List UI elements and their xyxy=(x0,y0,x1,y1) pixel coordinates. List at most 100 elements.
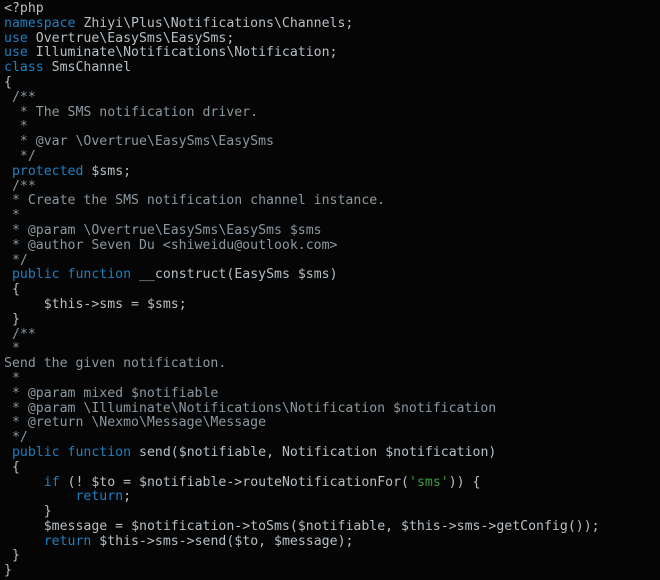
code-line: * xyxy=(4,208,660,224)
code-line: return $this->sms->send($to, $message); xyxy=(4,533,660,550)
code-token-comment: * @author Seven Du <shiweidu@outlook.com… xyxy=(4,237,338,253)
code-token-plain: (! xyxy=(59,474,92,490)
code-token-plain: )) { xyxy=(448,474,481,490)
code-token-string: 'sms' xyxy=(409,474,449,490)
code-token-keyword: class xyxy=(4,60,44,76)
code-line: * @return \Nexmo\Message\Message xyxy=(4,415,660,431)
code-token-variable: $notifiable xyxy=(139,474,227,490)
code-line: /** xyxy=(4,326,660,343)
code-token-keyword: return xyxy=(43,533,92,549)
code-token-plain: { xyxy=(4,282,20,298)
code-token-comment: */ xyxy=(4,148,36,164)
code-line: public function __construct(EasySms $sms… xyxy=(4,267,660,283)
code-line: public function send($notifiable, Notifi… xyxy=(4,444,660,461)
code-token-plain: } xyxy=(4,548,20,564)
code-line: * @param \Illuminate\Notifications\Notif… xyxy=(4,400,660,417)
code-token-plain: Overtrue\EasySms\EasySms; xyxy=(27,30,235,46)
code-token-keyword: protected xyxy=(11,163,84,179)
code-token-function: toSms xyxy=(250,518,290,534)
code-token-plain: -> xyxy=(480,518,497,534)
code-token-plain: ; xyxy=(123,489,132,505)
code-token-comment: * xyxy=(4,119,28,135)
code-token-plain: ()); xyxy=(567,518,600,534)
code-token-comment: * xyxy=(4,208,20,224)
code-line: namespace Zhiyi\Plus\Notifications\Chann… xyxy=(4,15,660,32)
code-token-variable: $notification xyxy=(131,518,235,534)
code-token-keyword: public xyxy=(11,267,60,283)
code-token-plain: ( xyxy=(170,444,179,460)
code-token-comment: */ xyxy=(4,430,28,446)
code-token-plain: , xyxy=(258,533,275,549)
code-editor-viewport[interactable]: <?php namespace Zhiyi\Plus\Notifications\… xyxy=(0,0,660,580)
code-line: Send the given notification. xyxy=(4,356,660,372)
code-token-keyword: use xyxy=(4,30,28,46)
code-token-function: __construct xyxy=(139,267,227,283)
code-line: * Create the SMS notification channel in… xyxy=(4,193,660,209)
code-line: if (! $to = $notifiable->routeNotificati… xyxy=(4,474,660,491)
code-token-plain: -> xyxy=(234,518,251,534)
code-token-property: sms xyxy=(154,533,179,549)
code-token-plain: = xyxy=(123,296,147,312)
code-token-comment: /** xyxy=(4,89,36,105)
code-token-variable: $message xyxy=(43,518,108,534)
code-token-function: getConfig xyxy=(496,518,568,534)
code-token-plain: (EasySms xyxy=(226,267,298,283)
code-token-plain: { xyxy=(4,459,20,475)
code-token-plain: = xyxy=(107,518,132,534)
code-token-plain: } xyxy=(4,563,12,579)
code-token-comment: /** xyxy=(4,178,36,194)
code-token-plain: $this-> xyxy=(91,533,155,549)
code-token-keyword: return xyxy=(75,489,124,505)
code-token-property: sms xyxy=(456,518,481,534)
code-token-variable: $notifiable xyxy=(178,444,267,460)
code-token-variable: $to xyxy=(234,533,259,549)
code-line: */ xyxy=(4,253,660,269)
code-line: } xyxy=(4,312,660,328)
code-token-comment: * @param \Illuminate\Notifications\Notif… xyxy=(4,400,497,416)
code-line: * xyxy=(4,370,660,387)
code-token-variable: $sms xyxy=(297,267,330,283)
code-token-comment: /** xyxy=(4,326,36,342)
code-line: } xyxy=(4,504,660,520)
code-token-plain: -> xyxy=(178,533,195,549)
code-token-plain: ; xyxy=(178,296,187,312)
code-line: * xyxy=(4,341,660,357)
code-token-keyword: public xyxy=(11,444,60,460)
code-token-comment: * @var \Overtrue\EasySms\EasySms xyxy=(4,134,274,150)
code-token-comment: * xyxy=(4,370,20,386)
code-line: /** xyxy=(4,178,660,195)
code-line: { xyxy=(4,282,660,298)
code-line: use Illuminate\Notifications\Notificatio… xyxy=(4,45,660,61)
code-token-variable: $sms xyxy=(91,163,124,179)
code-content[interactable]: <?php namespace Zhiyi\Plus\Notifications\… xyxy=(4,1,660,579)
code-token-keyword: function xyxy=(67,267,132,283)
code-token-plain: <?php xyxy=(4,1,44,16)
code-token-comment: * The SMS notification driver. xyxy=(4,104,259,120)
code-line: return; xyxy=(4,489,660,505)
code-token-plain: ) xyxy=(329,267,338,283)
code-line: <?php xyxy=(4,1,660,17)
code-line: { xyxy=(4,75,660,91)
code-line: protected $sms; xyxy=(4,163,660,180)
code-line: */ xyxy=(4,148,660,165)
code-token-function: send xyxy=(139,444,171,460)
code-token-plain: ; xyxy=(123,163,132,179)
code-token-plain: , $this-> xyxy=(385,518,457,534)
code-token-keyword: function xyxy=(67,444,132,460)
code-line: * @param \Overtrue\EasySms\EasySms $sms xyxy=(4,223,660,239)
code-token-comment: * @param mixed $notifiable xyxy=(4,385,219,401)
code-token-plain: } xyxy=(4,504,52,520)
code-token-comment: Send the given notification. xyxy=(4,356,227,372)
code-token-function: send xyxy=(194,533,227,549)
code-token-keyword: namespace xyxy=(4,15,76,31)
code-line: * @var \Overtrue\EasySms\EasySms xyxy=(4,134,660,150)
code-line: } xyxy=(4,549,660,564)
